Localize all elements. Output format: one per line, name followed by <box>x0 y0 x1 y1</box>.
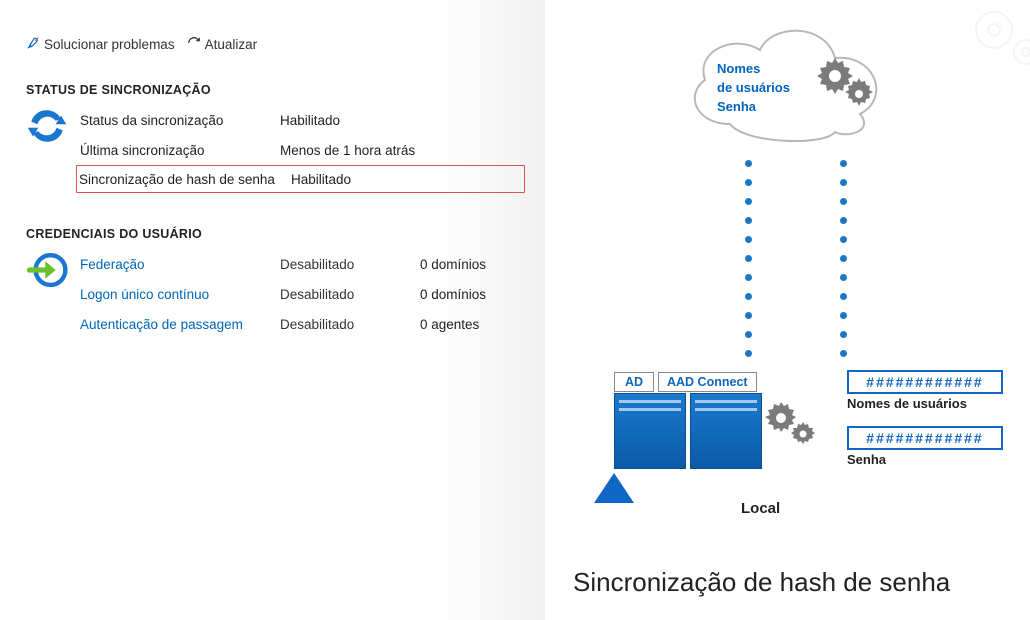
sync-block: Status da sincronização Habilitado Últim… <box>26 105 525 193</box>
hash-box-pwd: ############ <box>847 426 1003 450</box>
cloud-text: Nomes de usuários Senha <box>717 60 790 117</box>
server-ad-body <box>614 393 686 469</box>
cred-rows: Federação Desabilitado 0 domínios Logon … <box>80 249 525 339</box>
server-aadc-body <box>690 393 762 469</box>
sync-row-status: Status da sincronização Habilitado <box>80 105 525 135</box>
toolbar: Solucionar problemas Atualizar <box>26 36 525 53</box>
sync-arrows-icon <box>26 105 68 193</box>
row-value: Habilitado <box>280 113 420 128</box>
faint-gears-decor <box>954 0 1030 93</box>
cloud-line2: de usuários <box>717 79 790 98</box>
cred-row-passthrough: Autenticação de passagem Desabilitado 0 … <box>80 309 525 339</box>
gear-icon <box>815 54 875 113</box>
cred-row-sso: Logon único contínuo Desabilitado 0 domí… <box>80 279 525 309</box>
row-value: Desabilitado <box>280 257 420 272</box>
cred-heading: CREDENCIAIS DO USUÁRIO <box>26 227 525 241</box>
usernames-label: Nomes de usuários <box>847 396 967 411</box>
passthrough-link[interactable]: Autenticação de passagem <box>80 317 280 332</box>
federation-link[interactable]: Federação <box>80 257 280 272</box>
troubleshoot-link[interactable]: Solucionar problemas <box>26 36 175 53</box>
server-tab-aadc: AAD Connect <box>658 372 757 392</box>
illustration-panel: Nomes de usuários Senha <box>545 0 1030 620</box>
refresh-link[interactable]: Atualizar <box>187 36 258 53</box>
sync-heading: STATUS DE SINCRONIZAÇÃO <box>26 83 525 97</box>
row-label: Sincronização de hash de senha <box>79 172 291 187</box>
cred-block: Federação Desabilitado 0 domínios Logon … <box>26 249 525 339</box>
row-label: Status da sincronização <box>80 113 280 128</box>
cloud: Nomes de usuários Senha <box>675 14 895 144</box>
row-extra: 0 domínios <box>420 257 486 272</box>
password-label: Senha <box>847 452 886 467</box>
row-label: Última sincronização <box>80 143 280 158</box>
row-value: Menos de 1 hora atrás <box>280 143 415 158</box>
sync-rows: Status da sincronização Habilitado Últim… <box>80 105 525 193</box>
sso-link[interactable]: Logon único contínuo <box>80 287 280 302</box>
cred-row-federation: Federação Desabilitado 0 domínios <box>80 249 525 279</box>
hash-box-users: ############ <box>847 370 1003 394</box>
row-extra: 0 domínios <box>420 287 486 302</box>
cloud-line3: Senha <box>717 98 790 117</box>
triangle-decor <box>594 473 634 503</box>
illustration-caption: Sincronização de hash de senha <box>573 567 950 598</box>
refresh-label: Atualizar <box>205 37 258 52</box>
troubleshoot-label: Solucionar problemas <box>44 37 175 52</box>
local-label: Local <box>741 500 780 517</box>
sync-row-hash-highlight: Sincronização de hash de senha Habilitad… <box>76 165 525 193</box>
row-value: Desabilitado <box>280 317 420 332</box>
gear-icon <box>763 400 819 453</box>
left-panel: Solucionar problemas Atualizar STATUS DE… <box>0 0 545 620</box>
dots-right <box>840 160 847 357</box>
row-extra: 0 agentes <box>420 317 479 332</box>
cloud-line1: Nomes <box>717 60 790 79</box>
row-value: Desabilitado <box>280 287 420 302</box>
dots-left <box>745 160 752 357</box>
server-tab-ad: AD <box>614 372 654 392</box>
row-value: Habilitado <box>291 172 431 187</box>
wrench-icon <box>26 36 40 53</box>
refresh-icon <box>187 36 201 53</box>
sync-row-last: Última sincronização Menos de 1 hora atr… <box>80 135 525 165</box>
arrow-circle-icon <box>26 249 68 339</box>
